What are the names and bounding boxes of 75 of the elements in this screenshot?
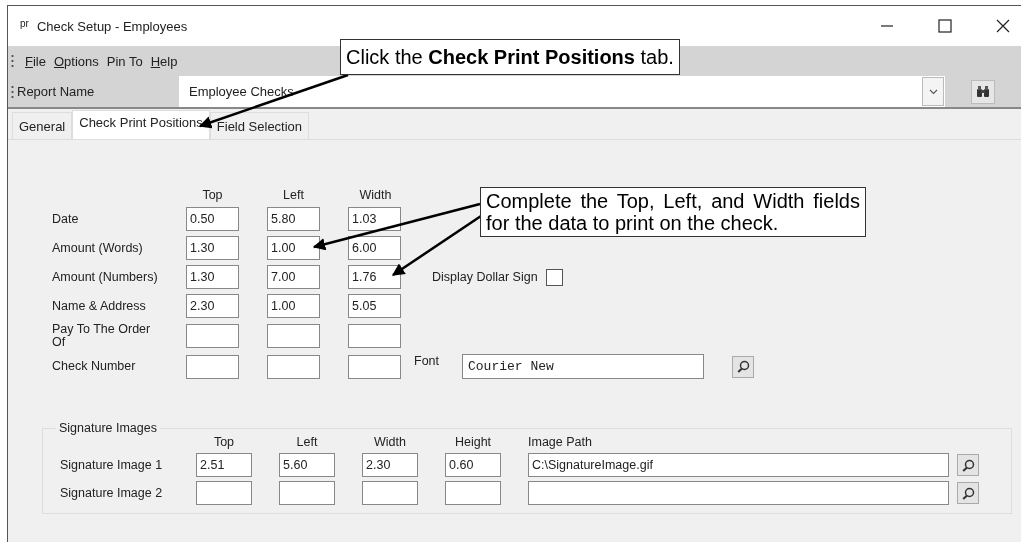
grip-icon <box>11 54 14 68</box>
app-icon: pr <box>20 17 29 29</box>
search-icon <box>736 360 750 373</box>
input-field[interactable]: 0.50 <box>186 207 239 231</box>
column-header: Left <box>295 435 319 449</box>
field-label: Name & Address <box>52 299 147 313</box>
field-label: Report Name <box>17 84 96 99</box>
grip-icon <box>11 84 14 99</box>
column-header: Width <box>373 435 407 449</box>
input-field[interactable] <box>348 354 401 379</box>
input-field[interactable]: 2.51 <box>196 453 252 477</box>
input-field[interactable]: 2.30 <box>362 453 418 477</box>
column-header: Image Path <box>528 435 593 449</box>
menu-item[interactable]: Pin To <box>106 53 143 69</box>
field-label: Signature Image 2 <box>60 486 164 500</box>
tab[interactable]: Check Print Positions <box>72 110 210 139</box>
search-button[interactable] <box>957 454 979 476</box>
checkbox[interactable] <box>545 268 563 286</box>
close-icon[interactable] <box>996 19 1010 33</box>
input-field[interactable] <box>186 354 239 379</box>
field-label: Date <box>52 212 80 226</box>
field-label: Amount (Words) <box>52 241 144 255</box>
column-header: Left <box>282 188 305 202</box>
window-title: Check Setup - Employees <box>36 18 188 34</box>
report-name-dropdown[interactable]: Employee Checks <box>179 76 945 107</box>
input-field[interactable]: 6.00 <box>348 236 401 260</box>
search-button[interactable] <box>732 355 754 378</box>
input-field[interactable]: 2.30 <box>186 294 239 318</box>
field-label: Amount (Numbers) <box>52 270 159 284</box>
input-field[interactable] <box>279 481 335 505</box>
input-field[interactable] <box>186 324 239 348</box>
input-field[interactable]: C:\SignatureImage.gif <box>528 453 949 477</box>
field-label: Font <box>414 353 440 368</box>
input-field[interactable]: 1.00 <box>267 294 320 318</box>
font-field[interactable]: Courier New <box>462 354 704 379</box>
input-field[interactable] <box>348 324 401 348</box>
field-label: Display Dollar Sign <box>432 270 538 284</box>
input-field[interactable] <box>528 481 949 505</box>
menu-item[interactable]: Options <box>53 53 99 69</box>
menu-item[interactable]: Help <box>150 53 178 69</box>
input-field[interactable] <box>196 481 252 505</box>
maximize-icon[interactable] <box>938 19 952 33</box>
input-field[interactable]: 5.80 <box>267 207 320 231</box>
search-icon <box>961 458 975 472</box>
menu-item[interactable]: File <box>25 53 46 69</box>
search-icon <box>961 486 975 500</box>
find-button[interactable] <box>971 79 995 104</box>
group-title: Signature Images <box>58 421 158 435</box>
field-label: Pay To The Order Of <box>52 323 152 349</box>
callout-text: Click the Check Print Positions tab. <box>340 39 680 75</box>
input-field[interactable]: 1.03 <box>348 207 401 231</box>
search-button[interactable] <box>957 482 979 504</box>
input-field[interactable]: 0.60 <box>445 453 501 477</box>
input-field[interactable]: 5.60 <box>279 453 335 477</box>
chevron-icon <box>928 88 938 95</box>
binoculars-icon <box>976 85 990 98</box>
column-header: Top <box>212 435 236 449</box>
tab[interactable]: Field Selection <box>209 112 310 139</box>
input-field[interactable]: 7.00 <box>267 265 320 289</box>
column-header: Width <box>358 188 393 202</box>
callout-text: Complete the Top, Left, and Width fields for the data to print on the check. <box>480 187 866 237</box>
input-field[interactable]: 1.00 <box>267 236 320 260</box>
tab[interactable]: General <box>12 112 73 139</box>
input-field[interactable]: 1.30 <box>186 236 239 260</box>
field-label: Check Number <box>52 360 137 373</box>
input-field[interactable] <box>445 481 501 505</box>
input-field[interactable]: 1.76 <box>348 265 401 289</box>
field-label: Signature Image 1 <box>60 458 164 472</box>
input-field[interactable]: 5.05 <box>348 294 401 318</box>
input-field[interactable]: 1.30 <box>186 265 239 289</box>
column-header: Height <box>453 435 493 449</box>
input-field[interactable] <box>267 354 320 379</box>
input-field[interactable] <box>362 481 418 505</box>
input-field[interactable] <box>267 324 320 348</box>
column-header: Top <box>201 188 224 202</box>
